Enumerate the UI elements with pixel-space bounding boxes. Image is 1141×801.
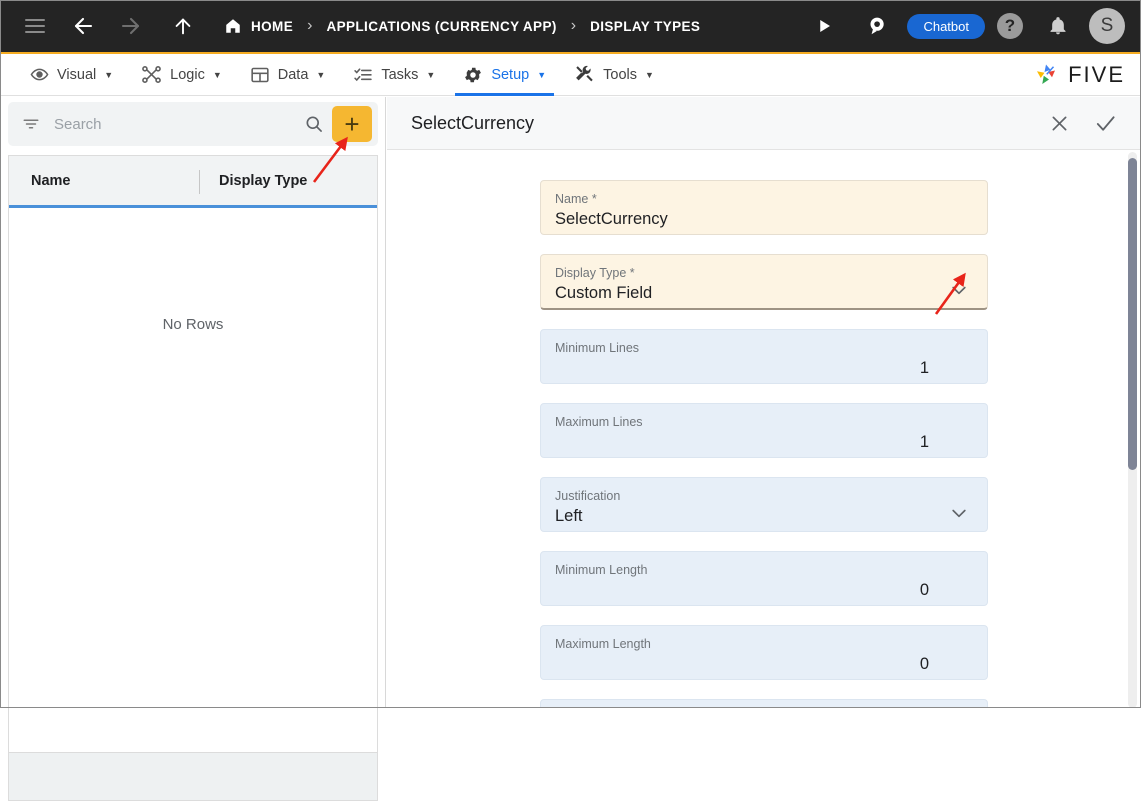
search-icon[interactable]	[304, 114, 324, 134]
up-arrow-icon[interactable]	[166, 9, 200, 43]
five-brand-name: FIVE	[1068, 62, 1125, 88]
chevron-down-icon: ▼	[104, 70, 113, 80]
field-maximum-length[interactable]: Maximum Length 0	[540, 625, 988, 680]
hamburger-menu-icon[interactable]	[18, 9, 52, 43]
field-value-name: SelectCurrency	[555, 210, 971, 229]
gear-icon	[463, 65, 483, 85]
forward-arrow-icon[interactable]	[114, 9, 148, 43]
breadcrumb-separator-2: ›	[571, 17, 576, 35]
menu-label-logic: Logic	[170, 67, 205, 83]
detail-form-scroll-area: Name * SelectCurrency Display Type * Cus…	[387, 150, 1141, 708]
menu-item-data[interactable]: Data ▼	[236, 54, 340, 96]
five-brand-logo: FIVE	[1031, 60, 1141, 90]
chevron-down-icon: ▼	[213, 70, 222, 80]
field-maximum-lines[interactable]: Maximum Lines 1	[540, 403, 988, 458]
detail-panel-actions	[1049, 112, 1117, 135]
menu-label-visual: Visual	[57, 67, 96, 83]
page-title: SelectCurrency	[411, 113, 534, 134]
empty-state-message: No Rows	[9, 156, 377, 752]
field-label-minimum-lines: Minimum Lines	[555, 340, 971, 356]
field-value-justification: Left	[555, 507, 971, 526]
chevron-down-icon: ▼	[426, 70, 435, 80]
breadcrumb-item-applications[interactable]: APPLICATIONS (CURRENCY APP)	[326, 19, 556, 34]
field-minimum-length[interactable]: Minimum Length 0	[540, 551, 988, 606]
chevron-down-icon: ▼	[537, 70, 546, 80]
search-bar: +	[8, 102, 378, 146]
home-icon	[224, 17, 242, 35]
top-bar-actions: Chatbot ? S	[807, 8, 1141, 44]
eye-icon	[30, 65, 49, 84]
field-minimum-lines[interactable]: Minimum Lines 1	[540, 329, 988, 384]
main-menu-bar: Visual ▼ Logic ▼ Data ▼ Tasks ▼ Setup ▼	[0, 54, 1141, 96]
field-name[interactable]: Name * SelectCurrency	[540, 180, 988, 235]
breadcrumb-item-home[interactable]: HOME	[224, 17, 293, 35]
field-label-maximum-lines: Maximum Lines	[555, 414, 971, 430]
detail-panel-header: SelectCurrency	[387, 97, 1141, 150]
help-circle-icon[interactable]: ?	[997, 13, 1023, 39]
field-label-maximum-length: Maximum Length	[555, 636, 971, 652]
field-label-minimum-length: Minimum Length	[555, 562, 971, 578]
menu-label-setup: Setup	[491, 67, 529, 83]
display-type-chevron[interactable]	[949, 280, 969, 300]
chatbot-button[interactable]: Chatbot	[907, 14, 985, 39]
field-value-maximum-length: 0	[555, 655, 971, 674]
field-justification[interactable]: Justification Left	[540, 477, 988, 532]
detail-form: Name * SelectCurrency Display Type * Cus…	[387, 150, 1141, 708]
search-input[interactable]	[54, 116, 304, 133]
menu-label-tasks: Tasks	[381, 67, 418, 83]
checklist-icon	[353, 65, 373, 85]
top-navigation-bar: HOME › APPLICATIONS (CURRENCY APP) › DIS…	[0, 0, 1141, 54]
play-icon[interactable]	[807, 9, 841, 43]
field-label-name: Name *	[555, 191, 971, 207]
display-type-detail-panel: SelectCurrency Name * SelectCurrency Dis…	[387, 97, 1141, 708]
breadcrumb-label-home: HOME	[251, 19, 293, 34]
menu-label-data: Data	[278, 67, 309, 83]
add-button[interactable]: +	[332, 106, 372, 142]
field-value-minimum-lines: 1	[555, 359, 971, 378]
table-grid-icon	[250, 65, 270, 85]
menu-label-tools: Tools	[603, 67, 637, 83]
field-label-justification: Justification	[555, 488, 971, 504]
field-value-display-type: Custom Field	[555, 284, 971, 303]
justification-chevron[interactable]	[949, 503, 969, 523]
filter-icon[interactable]	[22, 115, 40, 133]
avatar[interactable]: S	[1089, 8, 1125, 44]
bell-icon[interactable]	[1041, 9, 1075, 43]
field-display-type[interactable]: Display Type * Custom Field	[540, 254, 988, 310]
field-value-minimum-length: 0	[555, 581, 971, 600]
menu-item-visual[interactable]: Visual ▼	[16, 54, 127, 96]
close-x-icon[interactable]	[1049, 113, 1070, 134]
breadcrumb-separator-1: ›	[307, 17, 312, 35]
field-label-display-type: Display Type *	[555, 265, 971, 281]
menu-item-logic[interactable]: Logic ▼	[127, 54, 236, 96]
field-value-maximum-lines: 1	[555, 433, 971, 452]
five-pinwheel-logo-icon	[1031, 60, 1061, 90]
chevron-down-icon: ▼	[645, 70, 654, 80]
breadcrumb-item-display-types[interactable]: DISPLAY TYPES	[590, 19, 700, 34]
vertical-scrollbar-track[interactable]	[1128, 152, 1137, 708]
menu-item-tasks[interactable]: Tasks ▼	[339, 54, 449, 96]
back-arrow-icon[interactable]	[66, 9, 100, 43]
check-tick-icon[interactable]	[1094, 112, 1117, 135]
chat-search-icon[interactable]	[861, 9, 895, 43]
menu-item-tools[interactable]: Tools ▼	[560, 54, 668, 96]
logic-flow-icon	[141, 64, 162, 85]
list-panel-footer	[8, 753, 378, 801]
vertical-scrollbar-thumb[interactable]	[1128, 158, 1137, 470]
chevron-down-icon: ▼	[316, 70, 325, 80]
field-pad-character[interactable]: Pad Character	[540, 699, 988, 708]
display-types-list-panel: + Name Display Type No Rows	[0, 97, 386, 708]
display-types-table: Name Display Type No Rows	[8, 155, 378, 753]
menu-item-setup[interactable]: Setup ▼	[449, 54, 560, 96]
tools-icon	[574, 64, 595, 85]
